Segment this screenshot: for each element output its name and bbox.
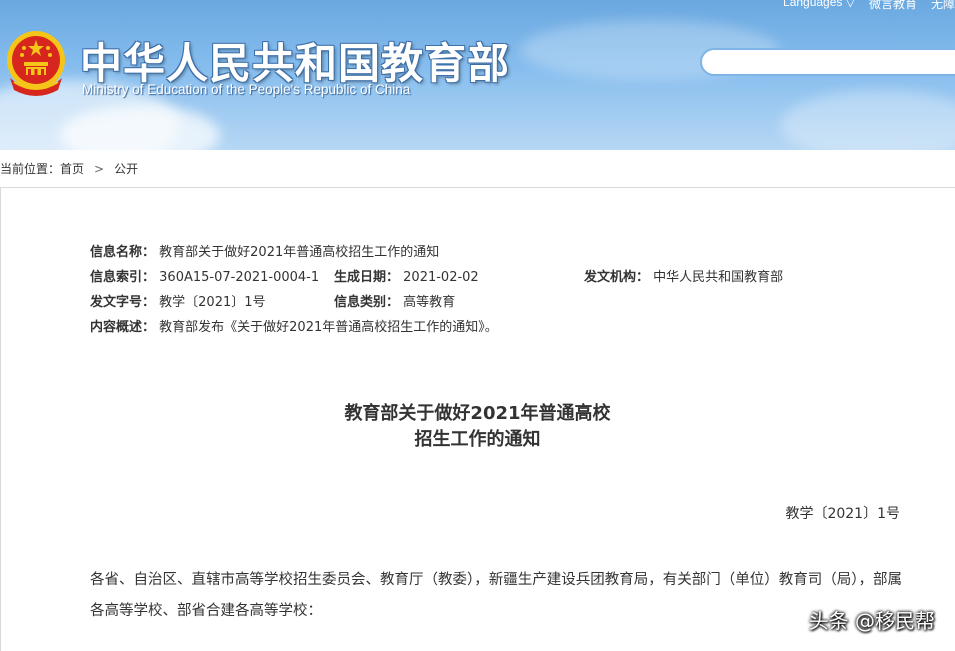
- languages-link[interactable]: Languages ▽: [783, 0, 855, 12]
- meta-row-category: 信息类别： 高等教育: [334, 291, 455, 310]
- meta-index-label: 信息索引：: [90, 270, 156, 285]
- meta-issuer-label: 发文机构：: [584, 270, 650, 285]
- meta-docno-value: 教学〔2021〕1号: [159, 295, 266, 310]
- meta-docno-label: 发文字号：: [90, 295, 156, 310]
- meta-row-date: 生成日期： 2021-02-02: [334, 266, 479, 285]
- meta-date-label: 生成日期：: [334, 270, 400, 285]
- watermark: 头条 @移民帮: [808, 609, 935, 633]
- top-links: Languages ▽ 微言教育 无障: [783, 0, 955, 12]
- document-title-line2: 招生工作的通知: [414, 429, 541, 450]
- header-cloud: [780, 90, 955, 150]
- national-emblem-icon[interactable]: [4, 26, 68, 98]
- meta-name-label: 信息名称：: [90, 245, 156, 260]
- meta-index-value: 360A15-07-2021-0004-1: [159, 270, 320, 285]
- search-input[interactable]: [700, 48, 955, 76]
- weiyan-link[interactable]: 微言教育: [869, 0, 917, 12]
- document-title: 教育部关于做好2021年普通高校 招生工作的通知: [0, 401, 955, 453]
- breadcrumb-prefix: 当前位置：: [0, 161, 61, 176]
- meta-row-name: 信息名称： 教育部关于做好2021年普通高校招生工作的通知: [90, 241, 439, 260]
- document-body: 各省、自治区、直辖市高等学校招生委员会、教育厅（教委），新疆生产建设兵团教育局，…: [90, 572, 902, 619]
- accessibility-link[interactable]: 无障: [931, 0, 955, 12]
- meta-name-value: 教育部关于做好2021年普通高校招生工作的通知: [159, 245, 440, 260]
- document-title-line1: 教育部关于做好2021年普通高校: [344, 403, 611, 424]
- site-header: 中华人民共和国教育部 Ministry of Education of the …: [0, 0, 955, 150]
- meta-row-index: 信息索引： 360A15-07-2021-0004-1: [90, 266, 319, 285]
- breadcrumb-home[interactable]: 首页: [60, 150, 84, 188]
- breadcrumb-separator: >: [94, 161, 105, 176]
- meta-row-docno: 发文字号： 教学〔2021〕1号: [90, 291, 266, 310]
- meta-row-issuer: 发文机构： 中华人民共和国教育部: [584, 266, 783, 285]
- meta-date-value: 2021-02-02: [403, 270, 479, 285]
- meta-issuer-value: 中华人民共和国教育部: [653, 270, 784, 285]
- meta-summary-label: 内容概述：: [90, 320, 156, 335]
- breadcrumb-public[interactable]: 公开: [114, 150, 138, 188]
- document-number: 教学〔2021〕1号: [785, 506, 900, 522]
- meta-summary-value: 教育部发布《关于做好2021年普通高校招生工作的通知》。: [159, 320, 498, 335]
- site-subtitle: Ministry of Education of the People's Re…: [82, 82, 411, 97]
- meta-category-label: 信息类别：: [334, 295, 400, 310]
- meta-category-value: 高等教育: [403, 295, 456, 310]
- breadcrumb: 当前位置： 首页 > 公开: [0, 150, 955, 188]
- meta-row-summary: 内容概述： 教育部发布《关于做好2021年普通高校招生工作的通知》。: [90, 316, 498, 335]
